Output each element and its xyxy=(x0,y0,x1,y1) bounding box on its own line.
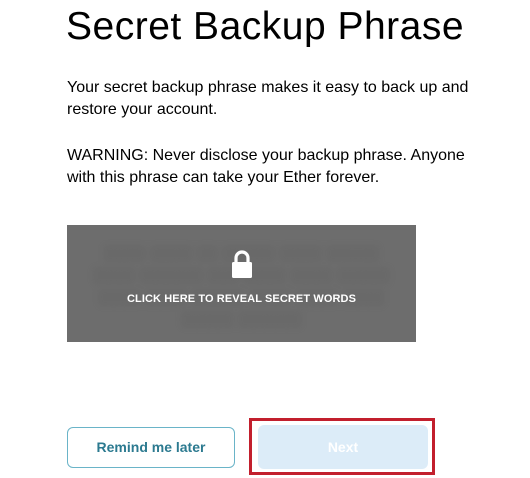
lock-icon xyxy=(232,250,252,278)
reveal-secret-words-panel[interactable]: ░░░░ ░░░░ ░░ ░░░░░ ░░░░ ░░░░░ ░░░░ ░░░░░… xyxy=(67,225,416,342)
page-title: Secret Backup Phrase xyxy=(66,5,465,48)
description-text: Your secret backup phrase makes it easy … xyxy=(67,79,469,118)
reveal-label[interactable]: CLICK HERE TO REVEAL SECRET WORDS xyxy=(67,293,416,305)
remind-me-later-button[interactable]: Remind me later xyxy=(67,427,235,468)
backup-phrase-page: Secret Backup Phrase Your secret backup … xyxy=(0,0,530,478)
warning-text: WARNING: Never disclose your backup phra… xyxy=(67,147,465,186)
next-button[interactable]: Next xyxy=(258,425,428,469)
